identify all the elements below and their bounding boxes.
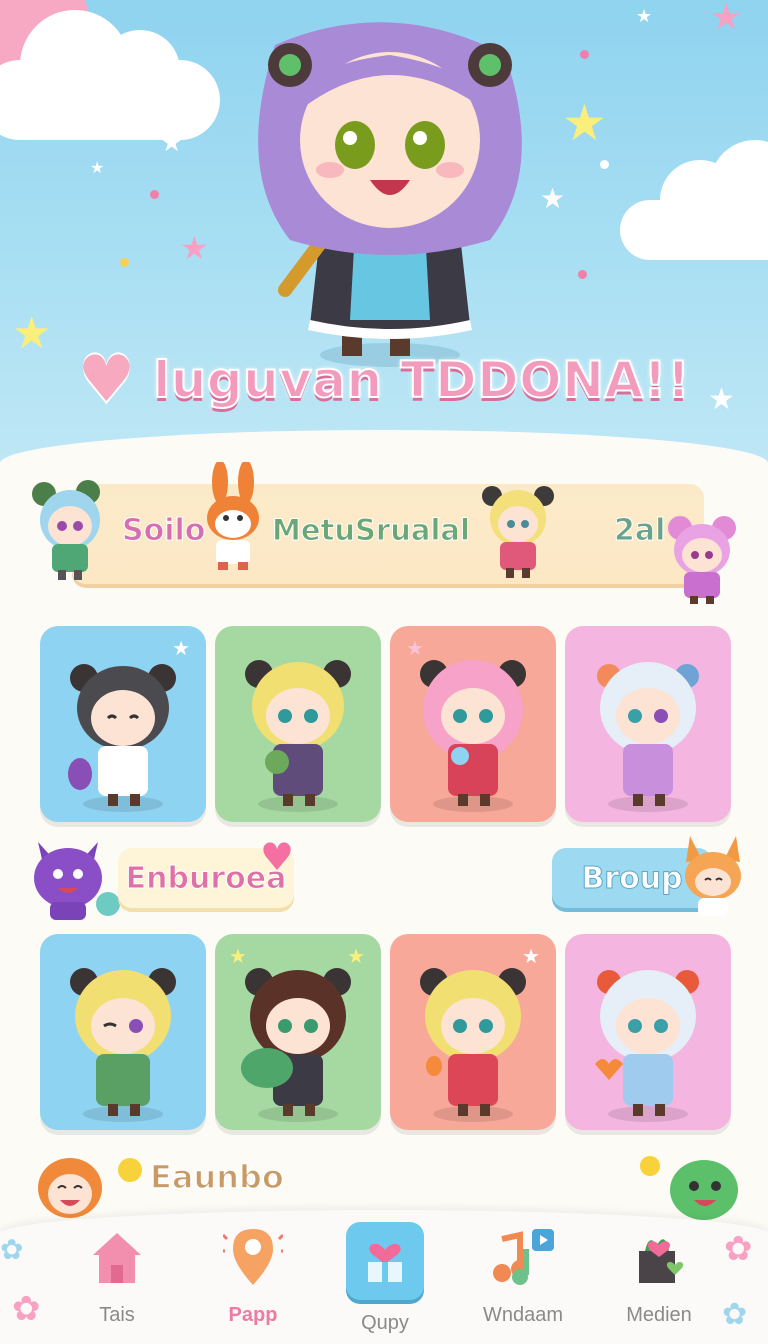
dot [580, 50, 589, 59]
character-avatar[interactable] [666, 510, 738, 606]
star-icon: ★ [636, 6, 653, 27]
character-avatar[interactable] [480, 480, 556, 580]
character-card[interactable]: ★ [390, 626, 556, 822]
dot [600, 160, 609, 169]
character-avatar[interactable] [28, 478, 112, 582]
nav-label: Wndaam [482, 1304, 564, 1326]
house-icon [82, 1222, 152, 1292]
fox-avatar[interactable] [676, 832, 750, 922]
sparkle-icon: ★ [406, 636, 424, 660]
dot [578, 270, 587, 279]
map-pin-icon [218, 1222, 288, 1292]
dot [120, 258, 129, 267]
sparkle-icon: ★ [229, 944, 247, 968]
star-icon: ★ [540, 182, 566, 215]
hero-title: luguvan TDDONA!! [152, 350, 691, 410]
sparkle-icon: ★ [522, 944, 540, 968]
star-icon: ★ [160, 128, 184, 158]
gift-icon [346, 1222, 424, 1300]
character-art [595, 970, 699, 1122]
cloud [0, 10, 220, 140]
nav-item-home[interactable]: Tais [52, 1222, 182, 1342]
bunny-avatar[interactable] [198, 462, 268, 572]
character-art [597, 662, 699, 812]
banner-label-right[interactable]: 2al [613, 513, 665, 549]
character-card[interactable]: ★ ★ [215, 934, 381, 1130]
character-card[interactable]: ★ [390, 934, 556, 1130]
star-icon: ★ [90, 158, 105, 177]
star-icon: ★ [562, 94, 607, 152]
cat-avatar[interactable] [28, 832, 124, 924]
banner-label-left[interactable]: Soilo [121, 513, 205, 549]
character-avatar[interactable] [30, 1148, 150, 1224]
mascot-character [258, 22, 522, 367]
flower-icon: ✿ [0, 1233, 24, 1266]
cloud [620, 140, 768, 260]
flower-icon: ✿ [724, 1229, 753, 1269]
character-card[interactable]: ★ [40, 626, 206, 822]
hero-banner: ★ ★ ★ ★ ★ ★ ★ ★ ★ ♥ luguvan TDDONA!! [0, 0, 768, 470]
dino-avatar[interactable] [632, 1146, 742, 1226]
plant-heart-icon [624, 1222, 694, 1292]
nav-item-medien[interactable]: Medien [594, 1222, 724, 1342]
sparkle-icon: ★ [172, 636, 190, 660]
sparkle-icon: ★ [347, 944, 365, 968]
nav-label: Qupy [361, 1312, 409, 1334]
nav-label: Papp [228, 1304, 278, 1326]
character-card[interactable] [565, 934, 731, 1130]
flower-icon: ✿ [722, 1297, 748, 1332]
nav-item-wndaam[interactable]: Wndaam [458, 1222, 588, 1342]
character-card[interactable] [565, 626, 731, 822]
music-icon [488, 1222, 558, 1292]
dot [150, 190, 159, 199]
flower-icon: ✿ [12, 1289, 41, 1329]
heart-icon: ♥ [77, 343, 136, 417]
banner-label-mid[interactable]: MetuSrualal [272, 513, 471, 548]
character-card[interactable] [215, 626, 381, 822]
heart-icon: ♥ [260, 835, 295, 879]
nav-label: Medien [626, 1304, 692, 1326]
character-card[interactable] [40, 934, 206, 1130]
character-art [70, 968, 176, 1122]
character-art [245, 660, 351, 812]
nav-item-qupy[interactable]: Qupy [320, 1222, 450, 1342]
star-icon: ★ [180, 229, 209, 267]
nav-label: Tais [99, 1304, 135, 1326]
section-title: Eaunbo [149, 1157, 284, 1197]
star-icon: ★ [710, 0, 743, 38]
nav-item-papp[interactable]: Papp [188, 1222, 318, 1342]
